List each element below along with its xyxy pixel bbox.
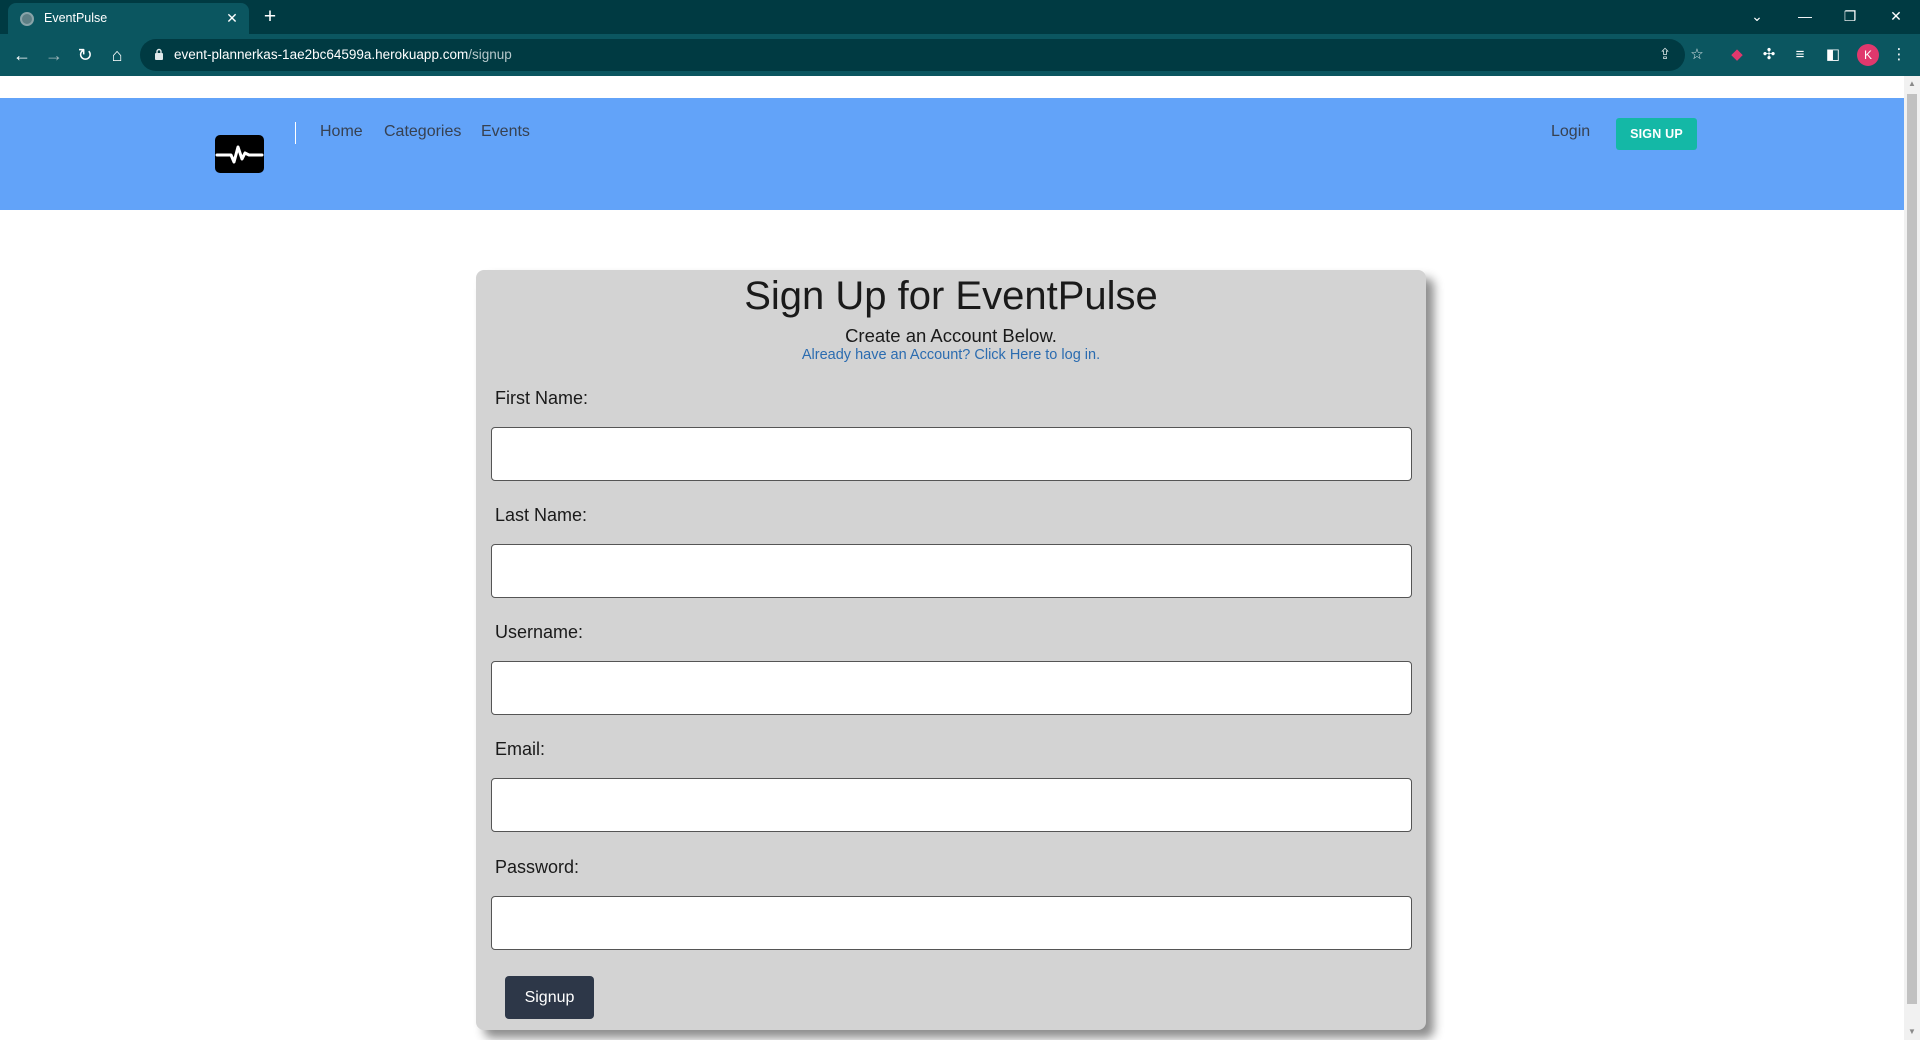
eventpulse-logo[interactable] bbox=[215, 135, 264, 173]
menu-icon[interactable]: ⋮ bbox=[1889, 45, 1909, 65]
scroll-thumb[interactable] bbox=[1907, 94, 1917, 1004]
page-title: Sign Up for EventPulse bbox=[744, 274, 1158, 318]
restore-icon[interactable]: ❐ bbox=[1835, 3, 1865, 29]
tab-title: EventPulse bbox=[44, 11, 108, 25]
last-name-input[interactable] bbox=[491, 544, 1412, 598]
address-bar[interactable]: event-plannerkas-1ae2bc64599a.herokuapp.… bbox=[140, 39, 1704, 71]
password-label: Password: bbox=[495, 857, 580, 877]
url-text: event-plannerkas-1ae2bc64599a.herokuapp.… bbox=[174, 47, 512, 62]
puzzle-icon[interactable]: ✣ bbox=[1759, 45, 1779, 65]
share-icon[interactable]: ⇪ bbox=[1655, 45, 1675, 65]
pulse-icon bbox=[215, 145, 264, 164]
signup-submit-button[interactable]: Signup bbox=[505, 976, 594, 1019]
scroll-down-icon[interactable]: ▼ bbox=[1904, 1024, 1920, 1040]
new-tab-icon[interactable]: + bbox=[258, 5, 282, 29]
minimize-icon[interactable]: — bbox=[1790, 3, 1820, 29]
close-window-icon[interactable]: ✕ bbox=[1881, 3, 1911, 29]
email-label: Email: bbox=[495, 739, 546, 759]
username-label: Username: bbox=[495, 622, 584, 642]
bookmark-star-icon[interactable]: ☆ bbox=[1687, 45, 1707, 65]
reload-icon[interactable]: ↻ bbox=[73, 43, 97, 67]
nav-home[interactable]: Home bbox=[320, 123, 363, 141]
site-header: Home Categories Events Login SIGN UP bbox=[0, 98, 1904, 210]
nav-divider bbox=[295, 122, 296, 144]
browser-tab[interactable]: EventPulse ✕ bbox=[8, 3, 249, 34]
globe-icon bbox=[20, 12, 34, 26]
tab-search-icon[interactable]: ⌄ bbox=[1742, 3, 1772, 29]
home-icon[interactable]: ⌂ bbox=[105, 43, 129, 67]
last-name-label: Last Name: bbox=[495, 505, 588, 525]
header-signup-button[interactable]: SIGN UP bbox=[1616, 118, 1697, 150]
login-link[interactable]: Login bbox=[1551, 123, 1590, 141]
close-tab-icon[interactable]: ✕ bbox=[223, 9, 241, 27]
scroll-up-icon[interactable]: ▲ bbox=[1904, 76, 1920, 92]
nav-events[interactable]: Events bbox=[481, 123, 530, 141]
lock-icon bbox=[155, 48, 163, 60]
nav-categories[interactable]: Categories bbox=[384, 123, 461, 141]
media-icon[interactable]: ≡ bbox=[1790, 45, 1810, 65]
forward-icon[interactable]: → bbox=[42, 43, 66, 67]
login-prompt-link[interactable]: Already have an Account? Click Here to l… bbox=[476, 347, 1426, 363]
extension-icon[interactable]: ◆ bbox=[1727, 45, 1747, 65]
username-input[interactable] bbox=[491, 661, 1412, 715]
email-input[interactable] bbox=[491, 778, 1412, 832]
password-input[interactable] bbox=[491, 896, 1412, 950]
page-scrollbar[interactable]: ▲ ▼ bbox=[1904, 76, 1920, 1040]
browser-tab-strip: EventPulse ✕ + ⌄ — ❐ ✕ bbox=[0, 0, 1920, 34]
page-viewport: Home Categories Events Login SIGN UP Sig… bbox=[0, 76, 1904, 1040]
browser-toolbar: ← → ↻ ⌂ event-plannerkas-1ae2bc64599a.he… bbox=[0, 34, 1920, 76]
side-panel-icon[interactable]: ◧ bbox=[1823, 45, 1843, 65]
profile-avatar[interactable]: K bbox=[1857, 44, 1879, 66]
signup-card: Sign Up for EventPulse Create an Account… bbox=[476, 270, 1426, 1030]
page-subtitle: Create an Account Below. bbox=[845, 325, 1057, 346]
first-name-input[interactable] bbox=[491, 427, 1412, 481]
back-icon[interactable]: ← bbox=[10, 43, 34, 67]
first-name-label: First Name: bbox=[495, 388, 589, 408]
